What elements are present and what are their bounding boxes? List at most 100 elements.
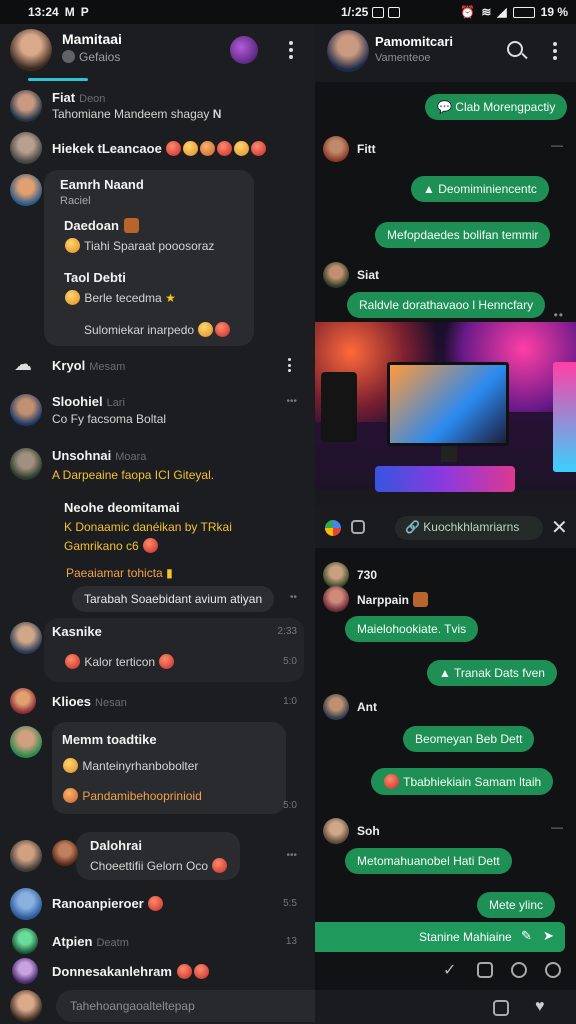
profile-name: Mamitaai xyxy=(62,31,122,47)
chat-time: 1:0 xyxy=(283,696,297,707)
composer-toolbar: ✓ xyxy=(315,956,576,986)
chat-name: Atpien Deatm xyxy=(52,934,129,949)
camera-icon[interactable] xyxy=(511,962,527,978)
chat-list-item[interactable]: Sloohiel Lari Co Fy facsoma Boltal ••• xyxy=(0,390,315,430)
outgoing-message: ▲ Tranak Dats fven xyxy=(427,660,557,686)
contact-avatar[interactable] xyxy=(327,30,369,72)
close-icon[interactable]: ✕ xyxy=(551,518,568,538)
more-icon: •• xyxy=(553,308,564,322)
avatar xyxy=(323,586,349,612)
community-icon[interactable] xyxy=(230,36,258,64)
link-chip[interactable]: 🔗 Kuochkhlamriarns xyxy=(395,516,543,540)
profile-status: Gefaios xyxy=(62,50,120,64)
chat-name: Kasnike xyxy=(52,624,102,639)
chat-name: Eamrh Naand xyxy=(60,177,144,192)
more-options-icon[interactable] xyxy=(553,42,557,60)
avatar xyxy=(10,990,42,1022)
outgoing-message: Raldvle dorathavaoo l Henncfary xyxy=(347,292,546,318)
chat-subtitle: Raciel xyxy=(60,195,91,207)
outgoing-message: ▲ Deomiminiencentc xyxy=(411,176,549,202)
status-bar-left: 13:24 M P xyxy=(0,0,315,24)
search-icon[interactable] xyxy=(507,41,523,57)
avatar xyxy=(12,958,38,984)
send-icon[interactable]: ➤ xyxy=(543,928,554,944)
mic-icon[interactable]: ♥ xyxy=(535,998,545,1016)
chat-name: Dalohrai xyxy=(90,838,143,853)
quick-reply-bar[interactable]: Stanine Mahiaine ✎ ➤ xyxy=(315,922,565,952)
bottom-bar: ♥ xyxy=(315,990,576,1024)
outgoing-message: Maielohookiate. Tvis xyxy=(345,616,479,642)
message-sender: 730 xyxy=(323,562,377,588)
more-icon: •• xyxy=(289,592,297,603)
avatar xyxy=(323,562,349,588)
chat-list-item[interactable]: Klioes Nesan 1:0 xyxy=(0,686,315,716)
card-line: Sulomiekar inarpedo xyxy=(84,322,231,337)
notification-icon xyxy=(372,6,385,18)
more-options-icon[interactable] xyxy=(288,358,292,372)
conversation-header: Pamomitcari Vamenteoe xyxy=(315,24,576,82)
gif-icon[interactable] xyxy=(477,962,493,978)
chat-list-item[interactable]: Eamrh Naand Raciel Daedoan Tiahi Sparaat… xyxy=(0,170,315,350)
avatar xyxy=(10,726,42,758)
outgoing-message: Tbabhiekiain Samam ltaih xyxy=(371,768,554,795)
chat-name: Ranoanpieroer xyxy=(52,896,164,911)
chat-list-item[interactable]: ☁ Kryol Mesam xyxy=(0,352,315,378)
chat-list-item[interactable]: Dalohrai Choeettifii Gelorn Oco ••• xyxy=(0,832,315,880)
battery-level: 19 % xyxy=(540,5,568,19)
chat-list-item[interactable]: Donnesakanlehram xyxy=(0,958,315,986)
more-options-icon[interactable] xyxy=(289,41,293,59)
chat-name: Klioes Nesan xyxy=(52,694,127,709)
avatar xyxy=(10,132,42,164)
chat-list-item[interactable]: Hiekek tLeancaoe xyxy=(0,130,315,166)
chat-list-item[interactable]: Ranoanpieroer 5:5 xyxy=(0,886,315,920)
attach-icon[interactable] xyxy=(493,1000,509,1016)
avatar xyxy=(10,394,42,426)
card-title: Memm toadtike xyxy=(62,732,157,747)
notification-icon: P xyxy=(80,5,89,19)
chat-list-item[interactable]: Memm toadtike Manteinyrhanbobolter Panda… xyxy=(0,722,315,818)
chat-name: Kryol Mesam xyxy=(52,358,126,373)
message-sender: Fitt xyxy=(323,136,376,162)
message-title: Neohe deomitamai xyxy=(64,500,180,515)
chat-time: 5:0 xyxy=(283,800,297,811)
message-sender: Narppain xyxy=(323,586,429,612)
profile-avatar[interactable] xyxy=(10,29,52,71)
avatar xyxy=(10,90,42,122)
edit-icon[interactable]: ✎ xyxy=(521,928,532,944)
avatar xyxy=(323,262,349,288)
notification-icon xyxy=(388,6,401,18)
card-line: Manteinyrhanbobolter xyxy=(62,758,198,773)
chat-preview: A Darpeaine faopa ICI Giteyal. xyxy=(52,468,215,482)
chat-list-item[interactable]: Fiat Deon Tahomiane Mandeem shagay N xyxy=(0,86,315,126)
card-title: Daedoan xyxy=(64,218,140,233)
avatar xyxy=(10,622,42,654)
chat-list-item[interactable]: Neohe deomitamai K Donaamic danéikan by … xyxy=(0,498,315,614)
outgoing-message: Mefopdaedes bolifan temmir xyxy=(375,222,551,248)
avatar xyxy=(323,136,349,162)
gamepad-icon: ☁ xyxy=(14,354,32,374)
conversation-panel: Pamomitcari Vamenteoe 💬 Clab Morengpacti… xyxy=(315,24,576,1024)
contact-name: Pamomitcari xyxy=(375,34,454,49)
chat-name: Unsohnai Moara xyxy=(52,448,147,463)
notification-icon: M xyxy=(64,5,75,19)
card-line: Tiahi Sparaat pooosoraz xyxy=(64,238,214,253)
avatar xyxy=(323,818,349,844)
chat-list-item[interactable]: Unsohnai Moara A Darpeaine faopa ICI Gite… xyxy=(0,444,315,488)
message-sender: Soh xyxy=(323,818,380,844)
active-tab-indicator xyxy=(28,78,88,81)
chat-preview: Kalor terticon xyxy=(64,654,175,669)
google-lens-icon[interactable] xyxy=(325,520,341,536)
card-title: Taol Debti xyxy=(64,270,126,285)
chat-list-item[interactable]: Atpien Deatm 13 xyxy=(0,928,315,954)
location-icon[interactable] xyxy=(545,962,561,978)
wifi-icon: ≋ xyxy=(481,5,492,19)
chat-list-item[interactable]: Kasnike 2:33 Kalor terticon 5:0 xyxy=(0,618,315,684)
chat-name: Sloohiel Lari xyxy=(52,394,125,409)
more-icon: — xyxy=(551,138,564,152)
gaming-setup-image[interactable] xyxy=(315,322,576,508)
gallery-icon[interactable] xyxy=(351,520,365,534)
message-line: K Donaamic danéikan by TRkai xyxy=(64,520,232,534)
message-input-placeholder: Tahehoangaoalteltepap xyxy=(70,999,195,1013)
pin-icon[interactable]: ✓ xyxy=(443,960,456,980)
chat-time: 2:33 xyxy=(277,626,297,637)
